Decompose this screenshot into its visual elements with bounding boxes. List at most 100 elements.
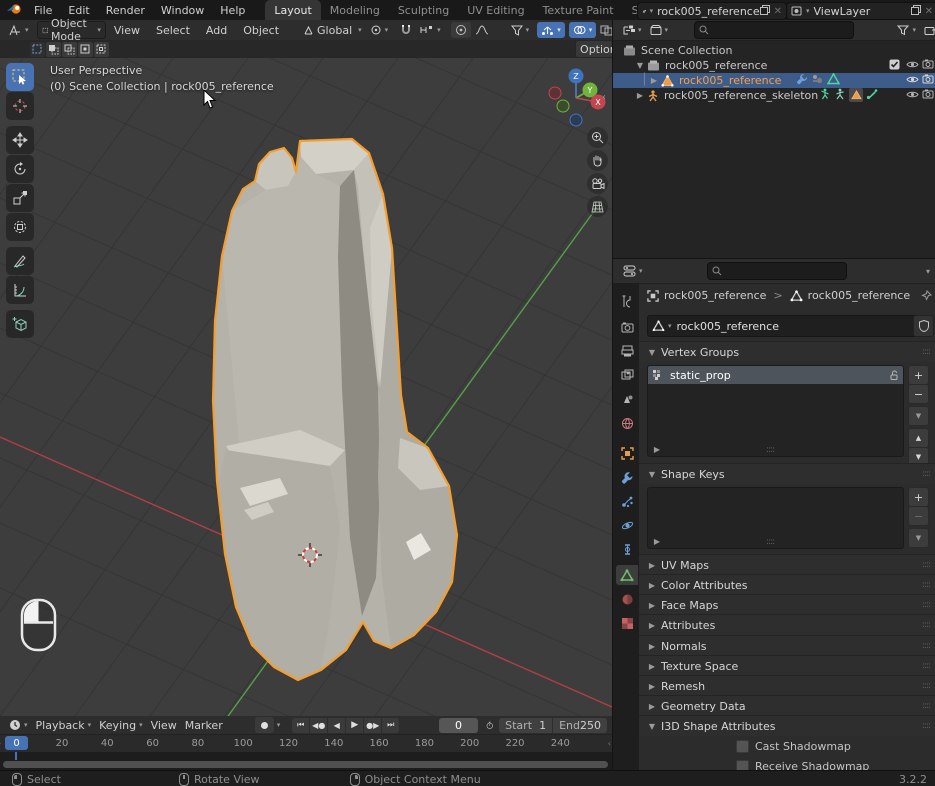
- use-preview-range-icon[interactable]: [486, 719, 493, 732]
- tab-modeling[interactable]: Modeling: [321, 0, 389, 20]
- tool-add-cube[interactable]: [6, 310, 34, 338]
- breadcrumb-object-name[interactable]: rock005_reference: [664, 289, 766, 302]
- tab-tool[interactable]: [616, 291, 638, 311]
- overlays-dropdown[interactable]: ▾: [568, 22, 597, 38]
- expand-arrow-icon[interactable]: ▶: [635, 91, 645, 100]
- tab-constraints[interactable]: [616, 539, 638, 559]
- menu-select[interactable]: Select: [148, 20, 198, 40]
- panel-face-maps[interactable]: ▶ Face Maps::::: [639, 594, 935, 615]
- tab-world[interactable]: [616, 413, 638, 433]
- scene-selector[interactable]: ▾ rock005_reference ✕: [637, 2, 787, 20]
- menu-render[interactable]: Render: [98, 0, 153, 20]
- snap-settings-dropdown[interactable]: ▾: [416, 22, 445, 38]
- unlink-scene-icon[interactable]: ✕: [774, 6, 782, 17]
- outliner-row-collection[interactable]: ▼ rock005_reference: [613, 58, 935, 73]
- current-frame-field[interactable]: 0: [439, 717, 478, 733]
- pin-icon[interactable]: [921, 290, 932, 301]
- tab-texture[interactable]: [616, 613, 638, 633]
- tool-annotate[interactable]: [6, 247, 34, 275]
- shapekey-add-button[interactable]: +: [908, 487, 929, 507]
- panel-shape-keys-header[interactable]: ▼ Shape Keys ::::: [639, 463, 935, 484]
- tool-cursor[interactable]: [6, 92, 34, 120]
- disable-render-icon[interactable]: [922, 74, 934, 87]
- pivot-point-dropdown[interactable]: ▾: [366, 22, 393, 38]
- tab-uv-editing[interactable]: UV Editing: [458, 0, 533, 20]
- vertex-group-item[interactable]: static_prop: [648, 366, 903, 384]
- select-mode-subtract[interactable]: [62, 41, 77, 57]
- fake-user-shield-button[interactable]: [913, 315, 934, 337]
- lock-open-icon[interactable]: [888, 370, 899, 381]
- list-resize-grip[interactable]: ::::: [766, 537, 775, 547]
- tool-scale[interactable]: [6, 184, 34, 212]
- prev-keyframe-button[interactable]: ◀●: [310, 717, 328, 733]
- menu-playback[interactable]: Playback ▾: [32, 717, 96, 733]
- tool-measure[interactable]: [6, 276, 34, 304]
- panel-normals[interactable]: ▶ Normals::::: [639, 635, 935, 656]
- panel-attributes[interactable]: ▶ Attributes::::: [639, 614, 935, 635]
- frame-start-field[interactable]: Start 1: [499, 717, 553, 733]
- disable-render-icon[interactable]: [922, 59, 934, 72]
- toggle-ortho-button[interactable]: [587, 196, 608, 217]
- proportional-editing-button[interactable]: [450, 22, 471, 38]
- vgroup-add-button[interactable]: +: [908, 365, 929, 385]
- outliner-display-mode-dropdown[interactable]: ▾: [618, 22, 646, 38]
- tab-material[interactable]: [616, 589, 638, 609]
- select-mode-invert[interactable]: [78, 41, 93, 57]
- frame-end-field[interactable]: End 250: [553, 717, 607, 733]
- panel-vertex-groups-header[interactable]: ▼ Vertex Groups ::::: [639, 341, 935, 362]
- viewport-3d[interactable]: ▾ Object Mode ▾ View Select Add Object G…: [0, 17, 696, 716]
- vgroup-specials-dropdown[interactable]: ▼: [908, 406, 929, 426]
- panel-remesh[interactable]: ▶ Remesh::::: [639, 675, 935, 696]
- tab-object-data[interactable]: [616, 565, 638, 585]
- tab-view-layer[interactable]: [616, 365, 638, 385]
- collection-checkbox[interactable]: [889, 59, 900, 73]
- outliner-row-mesh-object[interactable]: │ ▶ rock005_reference: [613, 72, 935, 88]
- panel-texture-space[interactable]: ▶ Texture Space::::: [639, 655, 935, 676]
- remove-viewlayer-icon[interactable]: ✕: [925, 6, 933, 17]
- blender-logo-icon[interactable]: [7, 3, 22, 18]
- hide-eye-icon[interactable]: [906, 59, 919, 72]
- zoom-view-button[interactable]: [587, 127, 608, 148]
- editor-type-button[interactable]: ▾: [5, 22, 33, 38]
- timeline-track[interactable]: [0, 752, 612, 760]
- tool-transform[interactable]: [6, 213, 34, 241]
- tool-rotate[interactable]: [6, 155, 34, 183]
- tab-modifiers[interactable]: [616, 467, 638, 487]
- auto-keying-button[interactable]: [254, 717, 274, 733]
- timeline-editor-type-button[interactable]: ▾: [5, 717, 32, 733]
- tool-select-box[interactable]: [6, 63, 34, 91]
- play-reverse-button[interactable]: ◀: [328, 717, 346, 733]
- play-button[interactable]: ▶: [346, 717, 364, 733]
- scrollbar-thumb[interactable]: [3, 761, 608, 768]
- menu-add[interactable]: Add: [198, 20, 235, 40]
- new-collection-button[interactable]: [920, 22, 935, 38]
- proportional-falloff-dropdown[interactable]: [471, 22, 493, 38]
- outliner-row-skeleton[interactable]: ▶ rock005_reference_skeleton: [613, 88, 935, 103]
- list-expand-arrow[interactable]: ▶: [652, 537, 662, 546]
- tab-object[interactable]: [616, 443, 638, 463]
- properties-editor-type-button[interactable]: ▾: [619, 263, 647, 279]
- panel-uv-maps[interactable]: ▶ UV Maps::::: [639, 554, 935, 575]
- tab-particles[interactable]: [616, 491, 638, 511]
- expand-arrow-icon[interactable]: ▶: [649, 76, 659, 85]
- select-mode-set[interactable]: [30, 41, 45, 57]
- mode-dropdown[interactable]: Object Mode ▾: [36, 17, 106, 43]
- properties-options-dropdown[interactable]: ▾: [926, 267, 930, 276]
- panel-geometry-data[interactable]: ▶ Geometry Data::::: [639, 695, 935, 716]
- tab-render[interactable]: [616, 317, 638, 337]
- menu-view[interactable]: View: [106, 20, 148, 40]
- new-scene-icon[interactable]: [759, 4, 770, 18]
- menu-object[interactable]: Object: [235, 20, 287, 40]
- sidebar-collapse-arrow[interactable]: ‹: [602, 92, 606, 103]
- timeline-ruler[interactable]: 0 › ‹ 20 40 60 80 100 120 140 160 180 200 220 240: [0, 734, 612, 753]
- menu-keying[interactable]: Keying ▾: [95, 717, 146, 733]
- viewport-canvas[interactable]: User Perspective (0) Scene Collection | …: [0, 58, 612, 716]
- vgroup-move-up-button[interactable]: ▲: [908, 428, 929, 448]
- gizmo-y-neg-axis[interactable]: [556, 99, 570, 113]
- shapekey-specials-dropdown[interactable]: ▼: [908, 528, 929, 548]
- tab-scene[interactable]: [616, 389, 638, 409]
- outliner-search-input[interactable]: [694, 21, 855, 39]
- expand-arrow-icon[interactable]: ▼: [635, 61, 645, 70]
- tab-layout[interactable]: Layout: [265, 0, 321, 20]
- vertex-groups-list[interactable]: static_prop ▶ ::::: [647, 365, 904, 457]
